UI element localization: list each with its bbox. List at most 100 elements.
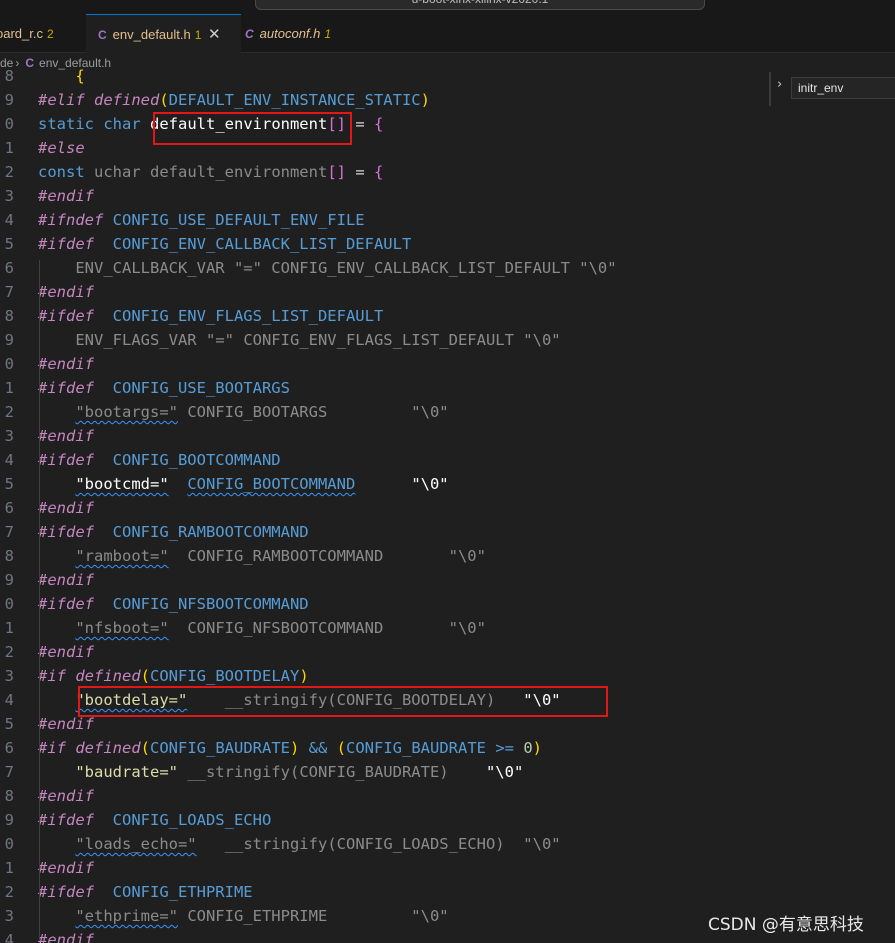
- tab-board-r-c[interactable]: oard_r.c 2: [0, 14, 54, 52]
- code-token: CONFIG_ENV_FLAGS_LIST_DEFAULT: [112, 307, 384, 325]
- window-title[interactable]: u-boot-xlnx-xilinx-v2020.1: [255, 0, 705, 10]
- line-number: 6: [4, 739, 14, 757]
- code-token: #endif: [38, 715, 94, 733]
- line-number: 1: [4, 379, 14, 397]
- line-number: 0: [4, 115, 14, 133]
- line-number: 1: [4, 859, 14, 877]
- code-text: #endif: [38, 352, 94, 376]
- code-token: __stringify: [196, 835, 328, 853]
- code-token: #endif: [38, 931, 94, 943]
- code-token: CONFIG_NFSBOOTCOMMAND: [168, 619, 449, 637]
- code-token: CONFIG_ENV_CALLBACK_LIST_DEFAULT: [271, 259, 580, 277]
- tab-label: autoconf.h: [259, 26, 321, 41]
- code-token: "\0": [448, 547, 486, 565]
- code-token: #if: [38, 739, 76, 757]
- code-token: ): [420, 91, 430, 109]
- problem-count-badge: 2: [46, 27, 54, 41]
- code-token: CONFIG_BOOTCOMMAND: [112, 451, 281, 469]
- code-token: #ifdef: [38, 379, 113, 397]
- code-token: (: [159, 91, 169, 109]
- tab-bar: oard_r.c 2 Cenv_default.h 1 ✕ Cautoconf.h 1: [0, 14, 895, 54]
- code-editor[interactable]: 8 {9 #elif defined(DEFAULT_ENV_INSTANCE_S…: [0, 64, 895, 943]
- code-token: "\0": [579, 259, 617, 277]
- code-text: {: [38, 64, 84, 88]
- code-token: CONFIG_ENV_FLAGS_LIST_DEFAULT: [243, 331, 524, 349]
- line-number: 2: [4, 403, 14, 421]
- c-file-icon: C: [245, 27, 254, 41]
- code-token: ): [299, 667, 309, 685]
- code-token: static: [38, 115, 104, 133]
- code-token: #elif: [38, 91, 94, 109]
- code-token: #endif: [38, 187, 94, 205]
- code-token: (: [140, 667, 150, 685]
- code-token: CONFIG_USE_BOOTARGS: [112, 379, 290, 397]
- line-number: 1: [4, 619, 14, 637]
- line-number: 0: [4, 355, 14, 373]
- code-token: "bootargs=": [75, 403, 178, 421]
- code-text: #endif: [38, 280, 94, 304]
- code-text: #ifdef CONFIG_NFSBOOTCOMMAND: [38, 592, 309, 616]
- code-token: #endif: [38, 571, 94, 589]
- code-token: CONFIG_USE_DEFAULT_ENV_FILE: [112, 211, 365, 229]
- code-token: ): [532, 739, 542, 757]
- line-number: 8: [4, 67, 14, 85]
- code-text: #elif defined(DEFAULT_ENV_INSTANCE_STATI…: [38, 88, 430, 112]
- outline-search-input[interactable]: initr_env: [791, 77, 895, 99]
- code-text: #endif: [38, 184, 94, 208]
- line-number: 7: [4, 523, 14, 541]
- code-token: #endif: [38, 355, 94, 373]
- code-text: #endif: [38, 640, 94, 664]
- c-file-icon: C: [98, 28, 107, 42]
- code-text: #ifdef CONFIG_ENV_FLAGS_LIST_DEFAULT: [38, 304, 383, 328]
- code-token: #endif: [38, 283, 94, 301]
- code-token: DEFAULT_ENV_INSTANCE_STATIC: [168, 91, 421, 109]
- code-token: CONFIG_LOADS_ECHO: [336, 835, 496, 853]
- outline-search-widget: › initr_env: [769, 72, 895, 106]
- tab-autoconf-h[interactable]: Cautoconf.h 1: [245, 14, 331, 52]
- line-number: 4: [4, 931, 14, 943]
- code-token: char: [103, 115, 150, 133]
- code-token: =: [345, 115, 374, 133]
- line-number: 2: [4, 163, 14, 181]
- code-text: #ifndef CONFIG_USE_DEFAULT_ENV_FILE: [38, 208, 365, 232]
- code-text: #if defined(CONFIG_BAUDRATE) && (CONFIG_…: [38, 736, 542, 760]
- line-number: 5: [4, 715, 14, 733]
- line-number: 0: [4, 835, 14, 853]
- code-token: ENV_CALLBACK_VAR: [38, 259, 234, 277]
- line-number: 9: [4, 91, 14, 109]
- code-token: "\0": [448, 619, 486, 637]
- code-text: #endif: [38, 568, 94, 592]
- code-token: #ifdef: [38, 811, 113, 829]
- chevron-right-icon[interactable]: ›: [777, 77, 782, 92]
- close-icon[interactable]: ✕: [208, 15, 221, 55]
- line-number: 8: [4, 547, 14, 565]
- code-text: static char default_environment[] = {: [38, 112, 383, 136]
- code-text: "ethprime=" CONFIG_ETHPRIME "\0": [38, 904, 448, 928]
- code-token: default_environment: [150, 163, 328, 181]
- code-token: (: [327, 691, 337, 709]
- code-token: CONFIG_ETHPRIME: [112, 883, 253, 901]
- code-text: #if defined(CONFIG_BOOTDELAY): [38, 664, 309, 688]
- code-token: {: [373, 115, 384, 133]
- code-text: ENV_FLAGS_VAR "=" CONFIG_ENV_FLAGS_LIST_…: [38, 328, 560, 352]
- line-number: 7: [4, 763, 14, 781]
- title-bar: u-boot-xlnx-xilinx-v2020.1: [0, 0, 895, 14]
- code-token: (: [336, 739, 346, 757]
- code-token: defined: [75, 667, 141, 685]
- code-token: =: [345, 163, 374, 181]
- code-token: "baudrate=": [75, 763, 188, 781]
- line-number: 9: [4, 811, 14, 829]
- code-token: defined: [75, 739, 141, 757]
- code-token: CONFIG_RAMBOOTCOMMAND: [112, 523, 309, 541]
- line-number: 6: [4, 499, 14, 517]
- code-token: CONFIG_BAUDRATE: [299, 763, 440, 781]
- tab-env-default-h[interactable]: Cenv_default.h 1 ✕: [86, 14, 241, 54]
- code-token: (: [327, 835, 337, 853]
